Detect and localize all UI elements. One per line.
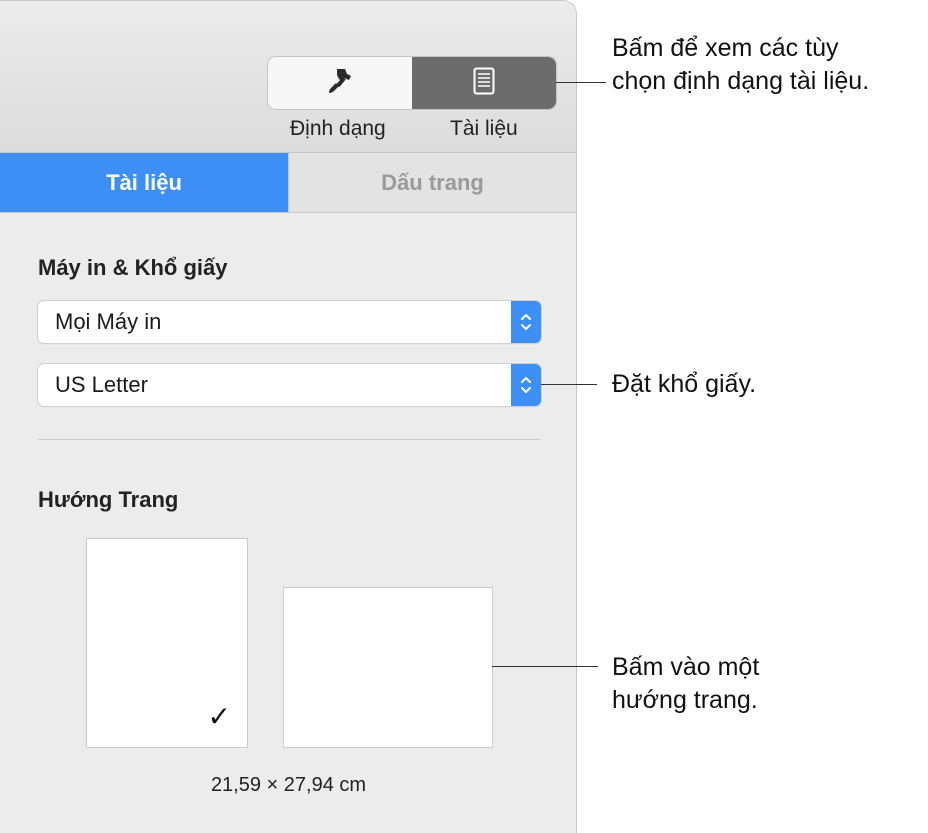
paper-size-popup[interactable]: US Letter <box>38 364 541 406</box>
callout-orientation-line2: hướng trang. <box>612 686 758 714</box>
tab-document[interactable]: Tài liệu <box>0 153 288 212</box>
callout-orientation: Bấm vào một hướng trang. <box>612 651 759 717</box>
callout-document-button: Bấm để xem các tùy chọn định dạng tài li… <box>612 32 869 98</box>
portrait-orientation-option[interactable]: ✓ <box>87 539 247 747</box>
document-icon <box>473 67 495 100</box>
tab-bookmarks[interactable]: Dấu trang <box>288 153 576 212</box>
printer-paper-heading: Máy in & Khổ giấy <box>38 255 228 280</box>
inspector-segmented-control <box>268 57 556 109</box>
paintbrush-icon <box>325 66 355 101</box>
callout-document-button-line2: chọn định dạng tài liệu. <box>612 67 870 95</box>
callout-line-paper-size <box>541 384 597 385</box>
inspector-toolbar: Định dạng Tài liệu <box>0 1 576 153</box>
updown-chevron-icon <box>511 364 541 406</box>
format-button[interactable] <box>268 57 412 109</box>
printer-popup[interactable]: Mọi Máy in <box>38 301 541 343</box>
callout-orientation-line1: Bấm vào một <box>612 653 760 681</box>
landscape-orientation-option[interactable] <box>284 588 492 747</box>
document-inspector-panel: Định dạng Tài liệu Tài liệu Dấu trang Má… <box>0 0 577 833</box>
callout-document-button-line1: Bấm để xem các tùy <box>612 34 839 62</box>
callout-line-orientation <box>492 666 598 667</box>
printer-popup-value: Mọi Máy in <box>55 309 162 334</box>
format-button-label: Định dạng <box>290 117 386 140</box>
paper-dimensions: 21,59 × 27,94 cm <box>210 774 367 796</box>
section-divider <box>38 439 541 440</box>
orientation-heading: Hướng Trang <box>38 487 179 512</box>
document-button-label: Tài liệu <box>450 117 518 140</box>
callout-line-document-button <box>556 82 606 83</box>
paper-size-popup-value: US Letter <box>55 372 148 397</box>
updown-chevron-icon <box>511 301 541 343</box>
callout-paper-size: Đặt khổ giấy. <box>612 370 757 398</box>
document-button[interactable] <box>412 57 556 109</box>
inspector-tabs: Tài liệu Dấu trang <box>0 153 576 213</box>
checkmark-icon: ✓ <box>207 701 231 732</box>
